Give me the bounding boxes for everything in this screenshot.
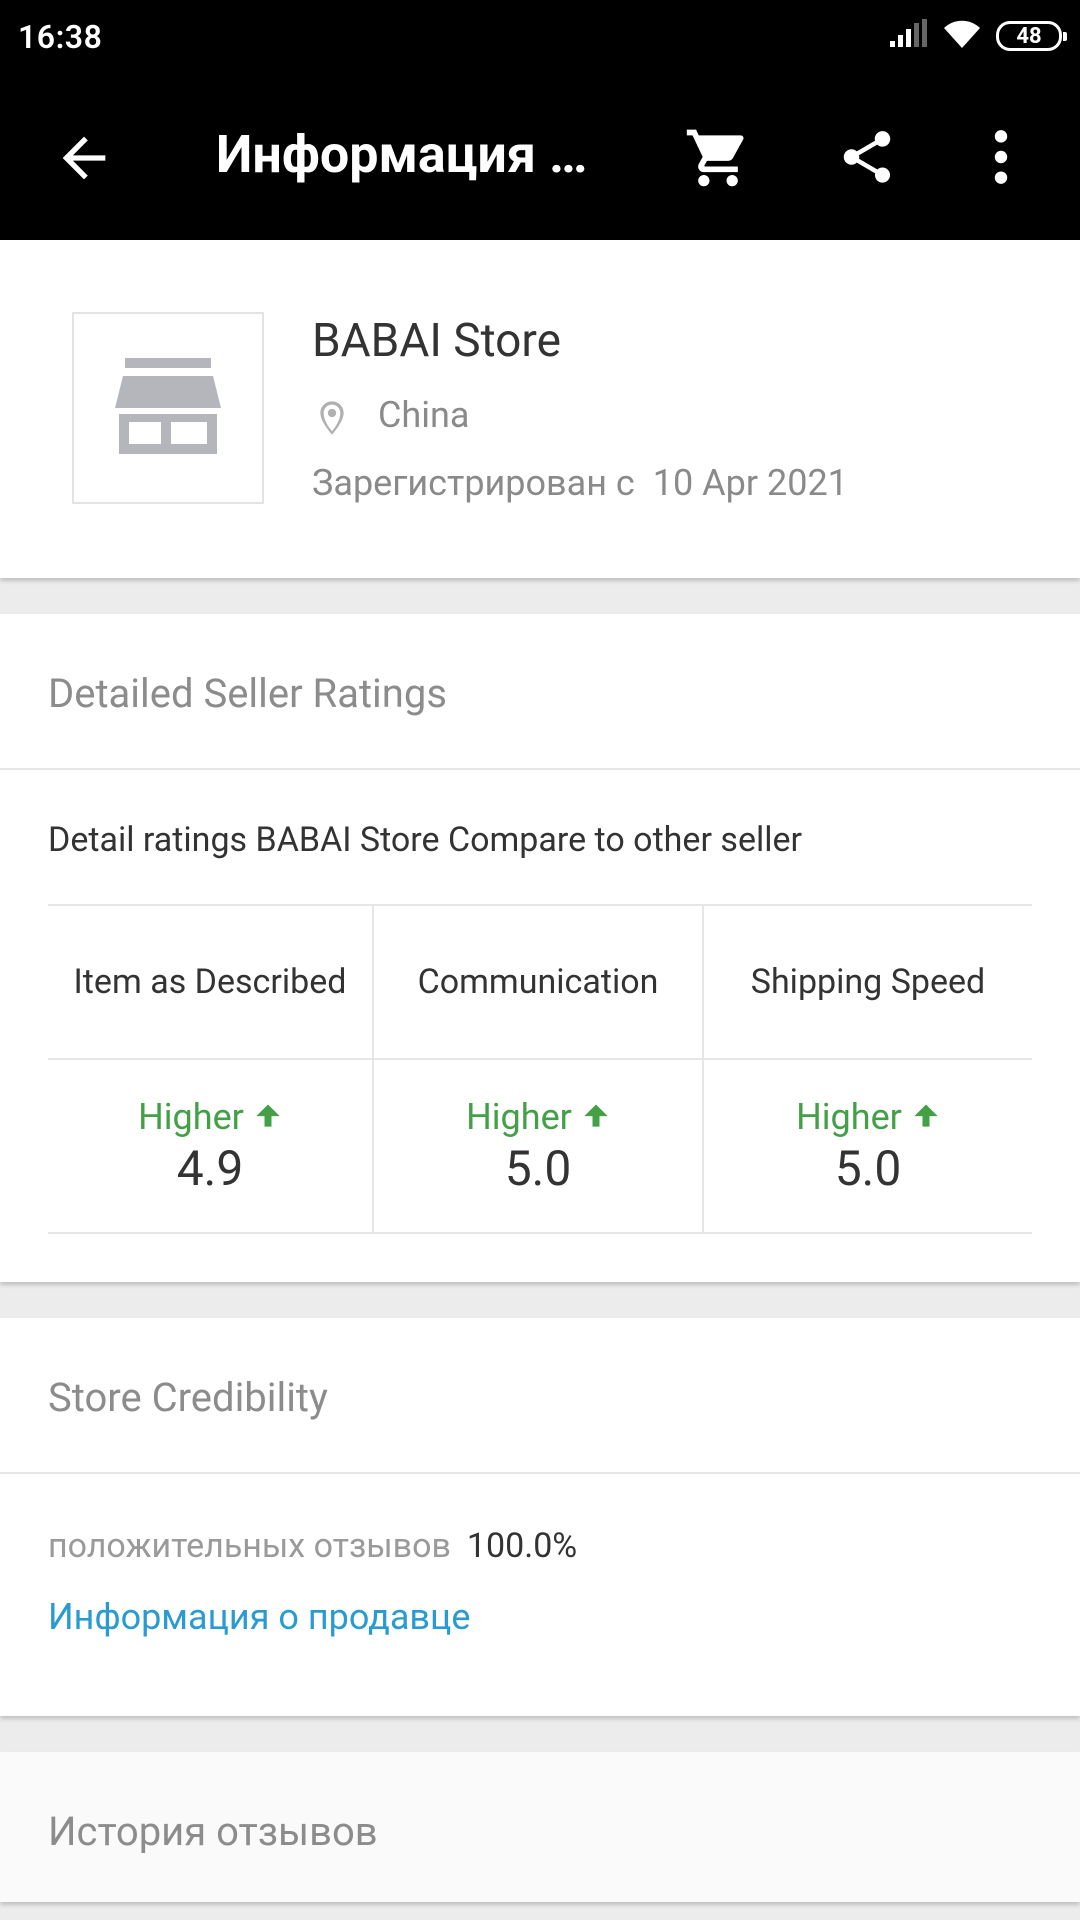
- arrow-up-icon: [912, 1096, 940, 1138]
- share-icon[interactable]: [836, 126, 898, 188]
- status-bar: 16:38 48: [0, 0, 1080, 72]
- history-section-title: История отзывов: [48, 1808, 378, 1855]
- wifi-icon: [942, 18, 982, 54]
- store-registered: Зарегистрирован с 10 Apr 2021: [312, 462, 848, 504]
- positive-feedback-value: 100.0%: [466, 1526, 578, 1566]
- divider: [0, 1472, 1080, 1474]
- ratings-table: Item as Described Higher 4.9 Communicati…: [48, 904, 1032, 1234]
- page-title: Информация о продавце: [216, 124, 596, 185]
- rating-label: Shipping Speed: [704, 906, 1032, 1060]
- store-icon: [113, 358, 223, 458]
- registered-date: 10 Apr 2021: [652, 462, 848, 504]
- arrow-up-icon: [582, 1096, 610, 1138]
- seller-ratings-card: Detailed Seller Ratings Detail ratings B…: [0, 614, 1080, 1282]
- rating-label: Item as Described: [48, 906, 372, 1060]
- store-info-screen: 16:38 48 Информация о п: [0, 0, 1080, 1920]
- rating-level: Higher: [374, 1096, 702, 1138]
- status-icons: 48: [888, 16, 1067, 56]
- rating-value: 5.0: [834, 1140, 902, 1197]
- rating-column-shipping-speed: Shipping Speed Higher 5.0: [702, 906, 1032, 1232]
- more-vert-icon[interactable]: [986, 126, 1016, 188]
- positive-feedback: положительных отзывов 100.0%: [48, 1526, 577, 1566]
- signal-icon: [888, 19, 928, 53]
- positive-feedback-label: положительных отзывов: [48, 1526, 451, 1566]
- feedback-history-card[interactable]: История отзывов: [0, 1752, 1080, 1902]
- rating-column-communication: Communication Higher 5.0: [372, 906, 702, 1232]
- store-header-card: BABAI Store China Зарегистрирован с 10 Ap…: [0, 240, 1080, 578]
- rating-column-item-described: Item as Described Higher 4.9: [48, 906, 372, 1232]
- seller-info-link[interactable]: Информация о продавце: [48, 1596, 470, 1638]
- store-credibility-card: Store Credibility положительных отзывов 1…: [0, 1318, 1080, 1716]
- ratings-description: Detail ratings BABAI Store Compare to ot…: [48, 820, 803, 860]
- rating-level-text: Higher: [466, 1096, 572, 1138]
- rating-level-text: Higher: [796, 1096, 902, 1138]
- app-bar: Информация о продавце: [0, 72, 1080, 240]
- rating-value: 4.9: [176, 1140, 244, 1197]
- rating-level-text: Higher: [138, 1096, 244, 1138]
- rating-level: Higher: [704, 1096, 1032, 1138]
- arrow-back-icon[interactable]: [52, 126, 116, 190]
- status-time: 16:38: [18, 18, 103, 56]
- arrow-up-icon: [254, 1096, 282, 1138]
- store-name: BABAI Store: [312, 314, 561, 368]
- ratings-section-title: Detailed Seller Ratings: [48, 670, 447, 717]
- cart-icon[interactable]: [684, 124, 752, 192]
- battery-icon: 48: [996, 21, 1067, 51]
- store-location: China: [378, 394, 470, 436]
- divider: [0, 768, 1080, 770]
- credibility-section-title: Store Credibility: [48, 1374, 328, 1421]
- rating-level: Higher: [48, 1096, 372, 1138]
- registered-label: Зарегистрирован с: [312, 462, 635, 504]
- rating-value: 5.0: [504, 1140, 572, 1197]
- store-logo: [72, 312, 264, 504]
- rating-label: Communication: [374, 906, 702, 1060]
- location-pin-icon: [312, 398, 352, 438]
